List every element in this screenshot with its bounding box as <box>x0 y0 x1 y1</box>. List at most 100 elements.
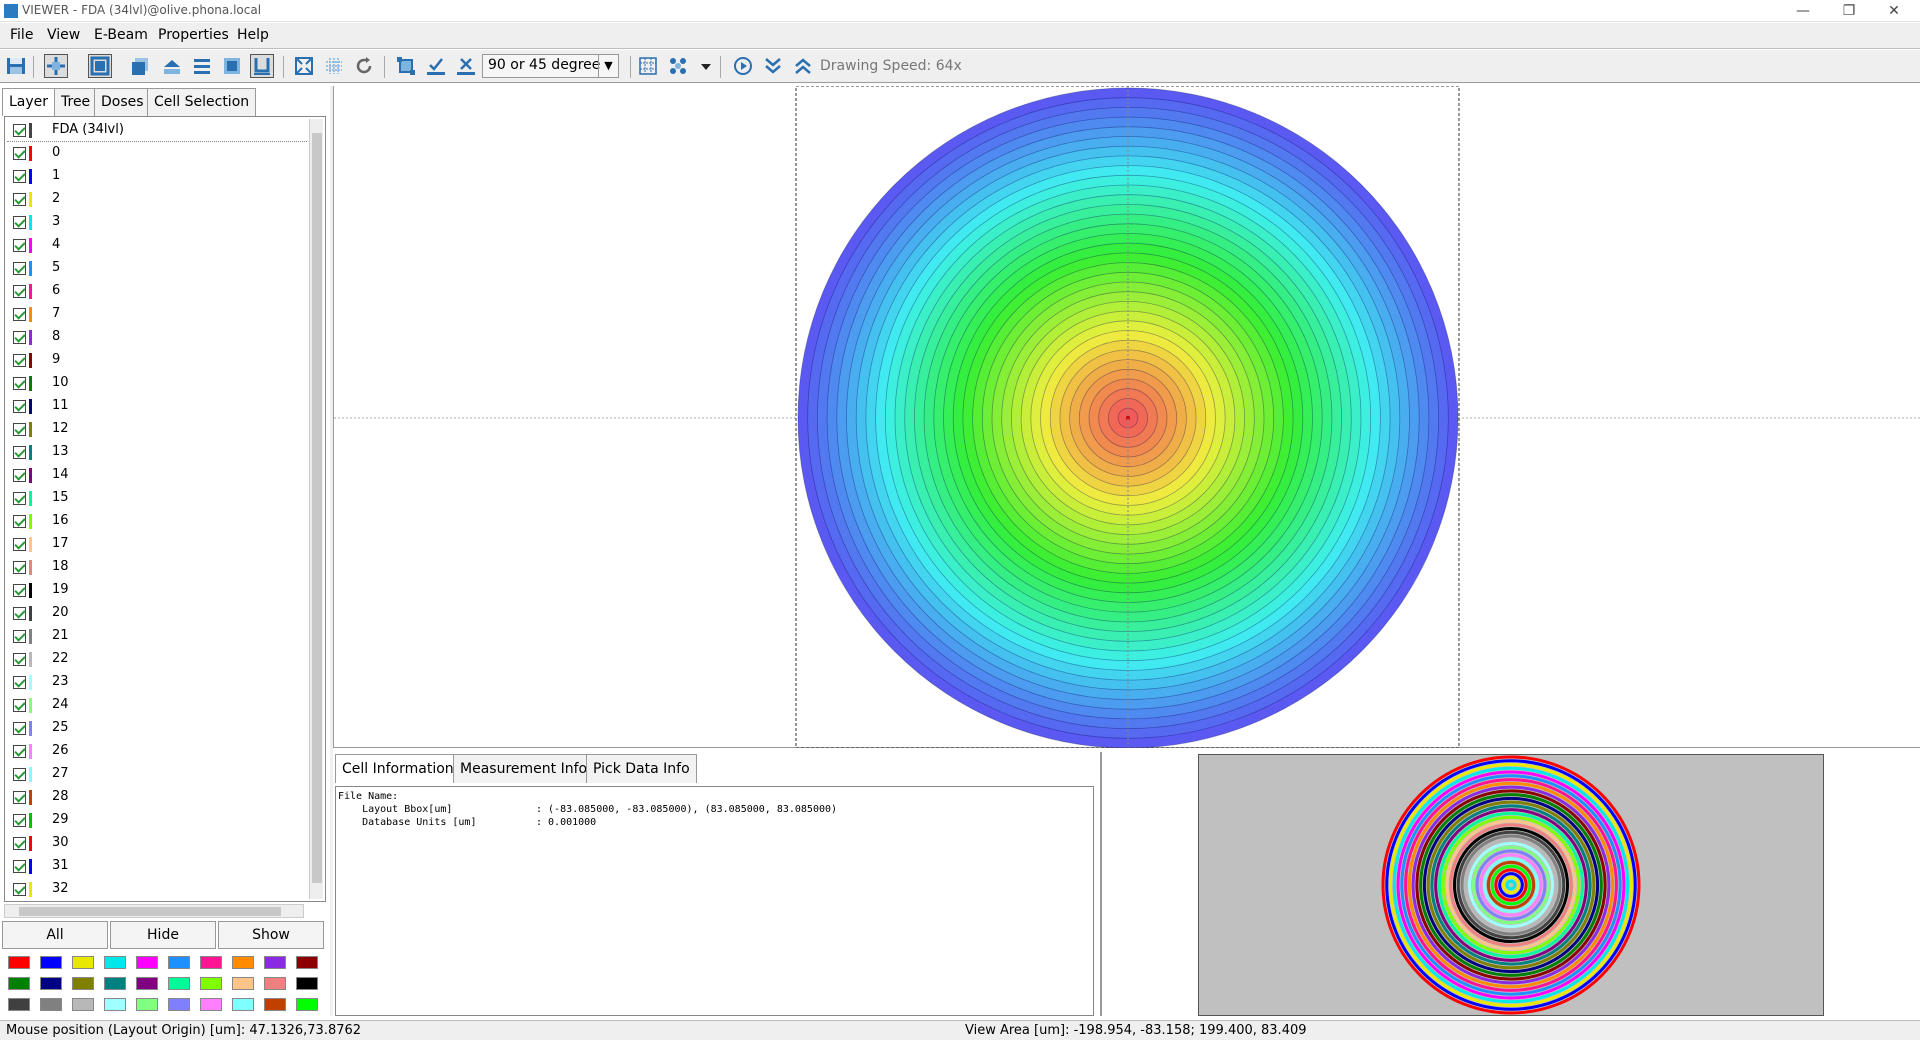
frame-icon[interactable] <box>88 54 112 78</box>
hide-button[interactable]: Hide <box>110 921 216 949</box>
palette-color[interactable] <box>104 998 126 1011</box>
layer-row[interactable]: 7 <box>7 303 307 326</box>
layer-row[interactable]: 6 <box>7 280 307 303</box>
refresh-icon[interactable] <box>352 54 376 78</box>
layer-row[interactable]: 14 <box>7 464 307 487</box>
hscrollbar-thumb[interactable] <box>19 907 281 916</box>
layer-row[interactable]: 2 <box>7 188 307 211</box>
minimize-icon[interactable]: — <box>1783 1 1823 21</box>
layer-visibility-checkbox[interactable] <box>13 860 26 873</box>
palette-color[interactable] <box>232 956 254 969</box>
layer-row[interactable]: 4 <box>7 234 307 257</box>
palette-color[interactable] <box>104 956 126 969</box>
layer-visibility-checkbox[interactable] <box>13 561 26 574</box>
layer-visibility-checkbox[interactable] <box>13 676 26 689</box>
palette-color[interactable] <box>200 956 222 969</box>
layer-row[interactable]: 31 <box>7 855 307 878</box>
palette-color[interactable] <box>264 977 286 990</box>
speed-down-icon[interactable] <box>761 54 785 78</box>
palette-color[interactable] <box>232 977 254 990</box>
zoom-fit-icon[interactable] <box>292 54 316 78</box>
palette-color[interactable] <box>232 998 254 1011</box>
palette-color[interactable] <box>200 998 222 1011</box>
layer-row[interactable]: 16 <box>7 510 307 533</box>
layer-row[interactable]: 9 <box>7 349 307 372</box>
layer-visibility-checkbox[interactable] <box>13 630 26 643</box>
layer-row[interactable]: 10 <box>7 372 307 395</box>
menu-help[interactable]: Help <box>237 27 269 43</box>
tab-cell-selection[interactable]: Cell Selection <box>147 88 257 116</box>
layer-row[interactable]: 29 <box>7 809 307 832</box>
layer-row[interactable]: 32 <box>7 878 307 897</box>
palette-color[interactable] <box>72 977 94 990</box>
layer-row[interactable]: 21 <box>7 625 307 648</box>
layer-visibility-checkbox[interactable] <box>13 492 26 505</box>
layer-visibility-checkbox[interactable] <box>13 239 26 252</box>
zoom-grid-icon[interactable] <box>322 54 346 78</box>
outline-u-icon[interactable] <box>250 54 274 78</box>
palette-color[interactable] <box>200 977 222 990</box>
layer-visibility-checkbox[interactable] <box>13 699 26 712</box>
layer-visibility-checkbox[interactable] <box>13 170 26 183</box>
layer-list-hscrollbar[interactable] <box>4 904 304 918</box>
layer-row[interactable]: 1 <box>7 165 307 188</box>
layer-row[interactable]: 24 <box>7 694 307 717</box>
angle-select[interactable]: 90 or 45 degree ▼ <box>482 54 619 78</box>
overview-viewport[interactable] <box>1198 754 1824 1016</box>
palette-color[interactable] <box>72 956 94 969</box>
layer-visibility-checkbox[interactable] <box>13 469 26 482</box>
palette-color[interactable] <box>40 998 62 1011</box>
layer-row[interactable]: 19 <box>7 579 307 602</box>
layer-up-icon[interactable] <box>160 54 184 78</box>
layer-row[interactable]: 22 <box>7 648 307 671</box>
layer-visibility-checkbox[interactable] <box>13 653 26 666</box>
overview-panel[interactable] <box>1100 752 1920 1016</box>
palette-color[interactable] <box>136 956 158 969</box>
layer-row[interactable]: 30 <box>7 832 307 855</box>
layer-row[interactable]: 23 <box>7 671 307 694</box>
layer-row[interactable]: 26 <box>7 740 307 763</box>
layer-visibility-checkbox[interactable] <box>13 538 26 551</box>
layer-row[interactable]: 27 <box>7 763 307 786</box>
layer-visibility-checkbox[interactable] <box>13 791 26 804</box>
check-icon[interactable] <box>424 54 448 78</box>
layer-visibility-checkbox[interactable] <box>13 745 26 758</box>
menu-ebeam[interactable]: E-Beam <box>94 27 148 43</box>
layer-visibility-checkbox[interactable] <box>13 837 26 850</box>
layer-visibility-checkbox[interactable] <box>13 354 26 367</box>
palette-color[interactable] <box>8 956 30 969</box>
palette-color[interactable] <box>40 977 62 990</box>
pattern-icon[interactable] <box>666 54 690 78</box>
layer-row[interactable]: 28 <box>7 786 307 809</box>
palette-color[interactable] <box>40 956 62 969</box>
tab-tree[interactable]: Tree <box>54 88 98 116</box>
layer-visibility-checkbox[interactable] <box>13 400 26 413</box>
tab-pick-data-info[interactable]: Pick Data Info <box>586 754 697 783</box>
layer-visibility-checkbox[interactable] <box>13 446 26 459</box>
layer-visibility-checkbox[interactable] <box>13 285 26 298</box>
select-all-icon[interactable] <box>394 54 418 78</box>
layer-visibility-checkbox[interactable] <box>13 515 26 528</box>
palette-color[interactable] <box>136 998 158 1011</box>
layer-visibility-checkbox[interactable] <box>13 814 26 827</box>
tab-measurement-info[interactable]: Measurement Info <box>453 754 595 783</box>
palette-color[interactable] <box>264 998 286 1011</box>
layer-row[interactable]: 12 <box>7 418 307 441</box>
layer-visibility-checkbox[interactable] <box>13 722 26 735</box>
palette-color[interactable] <box>296 956 318 969</box>
palette-color[interactable] <box>168 956 190 969</box>
layer-fill-icon[interactable] <box>220 54 244 78</box>
tab-doses[interactable]: Doses <box>94 88 151 116</box>
palette-color[interactable] <box>136 977 158 990</box>
palette-color[interactable] <box>296 998 318 1011</box>
layer-visibility-checkbox[interactable] <box>13 423 26 436</box>
layer-visibility-checkbox[interactable] <box>13 147 26 160</box>
play-icon[interactable] <box>731 54 755 78</box>
menu-properties[interactable]: Properties <box>158 27 229 43</box>
palette-color[interactable] <box>296 977 318 990</box>
palette-color[interactable] <box>264 956 286 969</box>
all-button[interactable]: All <box>2 921 108 949</box>
layer-visibility-checkbox[interactable] <box>13 607 26 620</box>
layer-stack-icon[interactable] <box>128 54 152 78</box>
layer-row[interactable]: 0 <box>7 142 307 165</box>
